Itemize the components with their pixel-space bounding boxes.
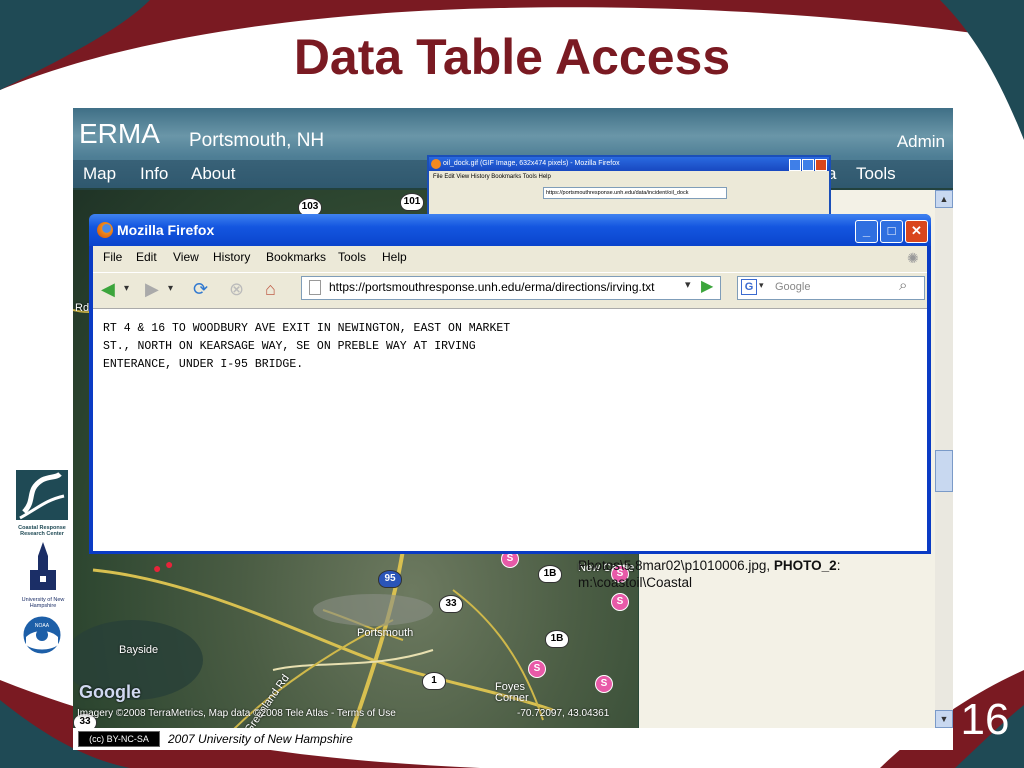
route-shield: 101 bbox=[400, 193, 424, 211]
site-marker-icon[interactable]: S bbox=[528, 660, 546, 678]
search-engine-dropdown-icon[interactable]: ▾ bbox=[759, 280, 764, 291]
site-marker-icon[interactable]: S bbox=[595, 675, 613, 693]
maximize-icon[interactable] bbox=[802, 159, 814, 171]
erma-logo[interactable]: ERMA bbox=[79, 118, 160, 150]
slide-number: 16 bbox=[960, 695, 1010, 744]
noaa-logo: NOAA bbox=[22, 615, 62, 655]
attribute-scrollbar[interactable]: ▲ ▼ bbox=[935, 190, 953, 728]
menu-edit[interactable]: Edit bbox=[136, 250, 157, 264]
background-firefox-window[interactable]: oil_dock.gif (GIF Image, 632x474 pixels)… bbox=[427, 155, 831, 221]
close-icon[interactable]: ✕ bbox=[905, 220, 928, 243]
firefox-window: Mozilla Firefox _ □ ✕ File Edit View His… bbox=[89, 214, 931, 554]
google-search-icon[interactable]: G bbox=[741, 279, 757, 295]
firefox-titlebar[interactable] bbox=[89, 214, 931, 246]
background-window-menu[interactable]: File Edit View History Bookmarks Tools H… bbox=[433, 171, 551, 183]
nav-info[interactable]: Info bbox=[140, 164, 168, 184]
footer-copyright: 2007 University of New Hampshire bbox=[168, 732, 353, 746]
cc-license-badge[interactable]: (cc) BY-NC-SA bbox=[78, 731, 160, 747]
map-label: Bayside bbox=[119, 644, 159, 656]
route-shield: 33 bbox=[439, 595, 463, 613]
admin-link[interactable]: Admin bbox=[897, 132, 945, 152]
firefox-icon bbox=[431, 159, 441, 169]
menu-history[interactable]: History bbox=[213, 250, 250, 264]
home-icon[interactable]: ⌂ bbox=[265, 278, 276, 300]
route-shield: 1 bbox=[422, 672, 446, 690]
nav-map[interactable]: Map bbox=[83, 164, 116, 184]
menu-tools[interactable]: Tools bbox=[338, 250, 366, 264]
map-label: Rd bbox=[75, 302, 90, 314]
erma-place-title: Portsmouth, NH bbox=[189, 130, 325, 151]
url-text[interactable]: https://portsmouthresponse.unh.edu/erma/… bbox=[329, 280, 655, 294]
search-placeholder[interactable]: Google bbox=[775, 281, 810, 293]
nav-about[interactable]: About bbox=[191, 164, 235, 184]
nav-tools[interactable]: Tools bbox=[856, 164, 896, 184]
menu-view[interactable]: View bbox=[173, 250, 199, 264]
scroll-thumb[interactable] bbox=[935, 450, 953, 492]
maximize-icon[interactable]: □ bbox=[880, 220, 903, 243]
menu-file[interactable]: File bbox=[103, 250, 122, 264]
back-dropdown-icon[interactable]: ▾ bbox=[124, 278, 129, 300]
firefox-title: Mozilla Firefox bbox=[117, 222, 215, 238]
minimize-icon[interactable]: _ bbox=[855, 220, 878, 243]
unh-logo-text: University of New Hampshire bbox=[21, 597, 65, 609]
directions-text: RT 4 & 16 TO WOODBURY AVE EXIT IN NEWING… bbox=[103, 322, 511, 371]
menu-bookmarks[interactable]: Bookmarks bbox=[266, 250, 326, 264]
close-icon[interactable] bbox=[815, 159, 827, 171]
minimize-icon[interactable] bbox=[789, 159, 801, 171]
forward-dropdown-icon[interactable]: ▾ bbox=[168, 278, 173, 300]
route-shield: 1B bbox=[538, 565, 562, 583]
back-icon[interactable]: ◀ bbox=[101, 278, 115, 300]
route-shield: 1B bbox=[545, 630, 569, 648]
page-icon bbox=[309, 280, 321, 295]
menu-help[interactable]: Help bbox=[382, 250, 407, 264]
map-attribution[interactable]: Imagery ©2008 TerraMetrics, Map data ©20… bbox=[77, 708, 396, 719]
map-label: Foyes Corner bbox=[495, 681, 529, 704]
crrc-logo: Coastal Response Research Center bbox=[16, 470, 68, 537]
scroll-down-icon[interactable]: ▼ bbox=[935, 710, 953, 728]
background-window-url[interactable]: https://portsmouthresponse.unh.edu/data/… bbox=[543, 187, 727, 199]
map-coordinates: -70.72097, 43.04361 bbox=[517, 708, 610, 719]
forward-icon[interactable]: ▶ bbox=[145, 278, 159, 300]
search-input[interactable] bbox=[737, 276, 925, 300]
slide-title: Data Table Access bbox=[293, 29, 731, 85]
crrc-logo-text: Coastal Response Research Center bbox=[18, 525, 66, 537]
google-logo: Google bbox=[79, 682, 141, 702]
map-pin-icon[interactable]: ● bbox=[165, 556, 175, 572]
url-dropdown-icon[interactable]: ▾ bbox=[685, 278, 691, 291]
map-label: Portsmouth bbox=[357, 627, 414, 639]
scroll-up-icon[interactable]: ▲ bbox=[935, 190, 953, 208]
route-shield: 95 bbox=[378, 570, 402, 588]
unh-logo: University of New Hampshire bbox=[20, 540, 66, 609]
throbber-icon: ✺ bbox=[907, 250, 919, 266]
magnifier-icon[interactable]: ⌕ bbox=[899, 277, 907, 294]
background-window-title[interactable]: oil_dock.gif (GIF Image, 632x474 pixels)… bbox=[429, 157, 829, 171]
site-marker-icon[interactable]: S bbox=[611, 593, 629, 611]
stop-icon[interactable]: ⊗ bbox=[229, 278, 244, 300]
noaa-logo-text: NOAA bbox=[35, 623, 50, 629]
reload-icon[interactable]: ⟳ bbox=[193, 278, 208, 300]
go-icon[interactable]: ▶ bbox=[701, 276, 713, 296]
firefox-icon bbox=[97, 222, 113, 238]
map-pin-icon[interactable]: ● bbox=[153, 560, 163, 576]
attribute-key: PHOTO_2 bbox=[773, 558, 837, 573]
